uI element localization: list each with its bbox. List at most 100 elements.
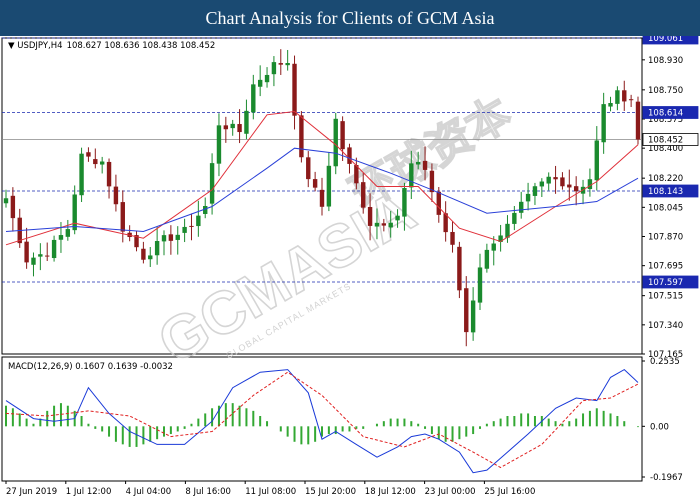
chart-canvas: GCMASIA GLOBAL CAPITAL MARKETS 环球资本 109.… xyxy=(1,36,699,497)
candle-body xyxy=(230,123,235,129)
x-tick-label: 11 Jul 08:00 xyxy=(245,487,296,497)
candle-body xyxy=(141,248,146,260)
candle-body xyxy=(388,222,393,228)
symbol-label: USDJPY,H4 xyxy=(17,41,62,51)
candle-body xyxy=(189,225,194,227)
candle-body xyxy=(285,62,290,66)
candle-body xyxy=(168,234,174,241)
x-tick-label: 23 Jul 00:00 xyxy=(425,487,476,497)
macd-y-tick-label: 0.00 xyxy=(650,422,669,432)
candle-body xyxy=(374,222,380,227)
y-tick-label: 107.515 xyxy=(648,292,683,302)
candle-body xyxy=(3,198,9,204)
candle-body xyxy=(106,161,112,187)
y-tick-label: 108.220 xyxy=(648,174,683,184)
candle-body xyxy=(326,165,332,207)
candle-body xyxy=(635,101,641,140)
candle-body xyxy=(120,202,125,232)
candle-body xyxy=(312,179,318,188)
level-tag-label: 108.143 xyxy=(648,187,683,197)
candle-body xyxy=(560,177,565,187)
candle-body xyxy=(278,63,283,65)
macd-y-tick-label: -0.1967 xyxy=(650,473,683,483)
candle-body xyxy=(457,246,462,291)
candle-body xyxy=(93,159,98,165)
candle-body xyxy=(532,186,538,196)
macd-plot-area xyxy=(1,356,643,482)
candle-body xyxy=(587,179,593,190)
candle-body xyxy=(38,254,43,257)
x-tick-label: 15 Jul 20:00 xyxy=(305,487,356,497)
candle-body xyxy=(154,240,160,256)
candle-body xyxy=(347,147,352,164)
candle-body xyxy=(86,152,91,157)
x-tick-label: 8 Jul 16:00 xyxy=(185,487,231,497)
candle-body xyxy=(113,186,119,205)
y-tick-label: 108.930 xyxy=(648,56,683,66)
candle-body xyxy=(367,207,373,226)
y-tick-label: 107.340 xyxy=(648,321,683,331)
dropdown-icon[interactable]: ▼ xyxy=(8,41,17,51)
candle-body xyxy=(553,177,558,180)
candle-body xyxy=(264,74,270,83)
candle-body xyxy=(148,255,153,260)
x-tick-label: 18 Jul 12:00 xyxy=(365,487,416,497)
candle-body xyxy=(615,90,620,104)
candle-body xyxy=(402,188,407,217)
candle-body xyxy=(491,243,496,251)
candle-body xyxy=(594,140,599,181)
candle-body xyxy=(409,163,414,188)
candle-body xyxy=(209,163,215,204)
candle-body xyxy=(31,257,36,265)
candle-body xyxy=(484,249,490,269)
candle-body xyxy=(72,194,77,231)
y-tick-label: 108.045 xyxy=(648,203,683,213)
candle-body xyxy=(519,201,524,213)
candle-body xyxy=(450,231,455,245)
candle-body xyxy=(216,125,222,164)
candle-body xyxy=(45,255,50,257)
candle xyxy=(457,241,462,299)
candle-body xyxy=(251,84,256,113)
candle-body xyxy=(340,121,345,150)
candle-body xyxy=(525,193,531,202)
candle-body xyxy=(65,229,71,237)
candle-body xyxy=(381,223,387,226)
candle-body xyxy=(306,157,311,180)
candle-body xyxy=(361,182,366,208)
candle-body xyxy=(333,118,338,167)
candle xyxy=(79,147,84,202)
candle-body xyxy=(182,226,187,233)
y-tick-label: 108.750 xyxy=(648,86,683,96)
candle-body xyxy=(395,215,400,221)
level-tag-label: 107.597 xyxy=(648,278,683,288)
page-title: Chart Analysis for Clients of GCM Asia xyxy=(0,0,700,36)
candle-body xyxy=(79,153,84,196)
candle-body xyxy=(292,63,297,116)
candle-body xyxy=(464,288,469,333)
candle-body xyxy=(319,189,325,207)
macd-panel xyxy=(1,356,643,482)
x-tick-label: 1 Jul 12:00 xyxy=(66,487,112,497)
candle-body xyxy=(24,241,29,263)
candle-body xyxy=(10,195,16,219)
candle-body xyxy=(244,110,249,134)
candle-body xyxy=(257,79,263,87)
candle-body xyxy=(512,212,517,224)
candle-body xyxy=(539,181,545,187)
candle-body xyxy=(58,235,64,240)
candle-body xyxy=(601,104,606,143)
candle-body xyxy=(415,161,421,165)
candle-body xyxy=(546,176,551,184)
candle-body xyxy=(436,191,441,215)
candle-body xyxy=(573,186,579,192)
candle-body xyxy=(477,267,483,303)
y-tick-label: 107.870 xyxy=(648,233,683,243)
ohlc-values: 108.627 108.636 108.438 108.452 xyxy=(67,41,216,51)
level-tag-label: 108.614 xyxy=(648,109,683,119)
candle xyxy=(635,96,641,145)
candle-body xyxy=(161,235,167,242)
candle-body xyxy=(223,125,229,130)
symbol-readout: ▼ USDJPY,H4 108.627 108.636 108.438 108.4… xyxy=(8,41,215,51)
candle-body xyxy=(196,215,201,227)
